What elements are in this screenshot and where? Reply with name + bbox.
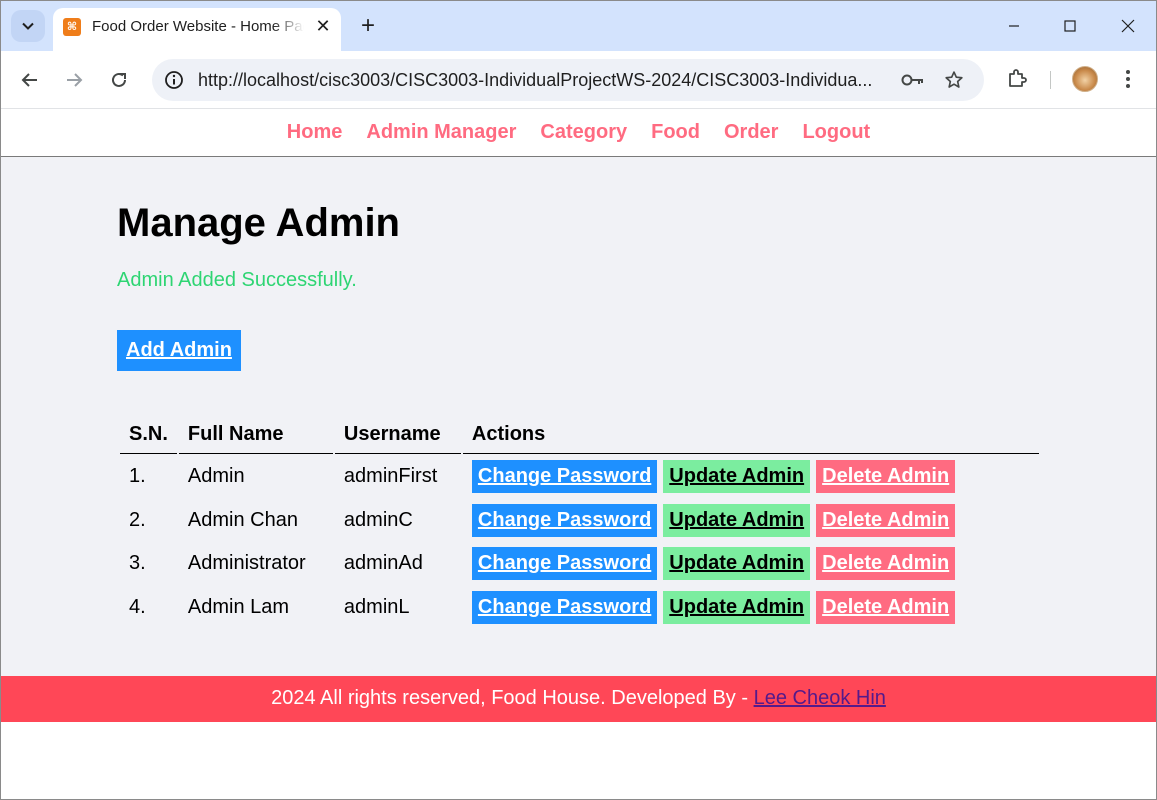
- reload-icon[interactable]: [104, 65, 134, 95]
- cell-username: adminFirst: [343, 465, 438, 488]
- update-admin-button[interactable]: Update Admin: [663, 460, 811, 494]
- cell-username: adminL: [343, 595, 410, 618]
- site-footer: 2024 All rights reserved, Food House. De…: [1, 676, 1156, 722]
- close-window-icon[interactable]: [1105, 9, 1151, 43]
- footer-text: 2024 All rights reserved, Food House. De…: [271, 687, 754, 709]
- change-password-button[interactable]: Change Password: [471, 460, 658, 494]
- update-admin-button[interactable]: Update Admin: [663, 503, 811, 537]
- cell-username: adminC: [343, 508, 413, 531]
- change-password-button[interactable]: Change Password: [471, 503, 658, 537]
- footer-author-link[interactable]: Lee Cheok Hin: [754, 687, 886, 709]
- xampp-favicon-icon: ⌘: [63, 18, 81, 36]
- nav-food-link[interactable]: Food: [651, 121, 700, 143]
- cell-actions: Change Password Update Admin Delete Admi…: [463, 587, 1039, 629]
- cell-full-name: Administrator: [187, 552, 306, 575]
- bookmark-star-icon[interactable]: [941, 68, 967, 92]
- cell-sn: 1.: [129, 465, 146, 488]
- cell-actions: Change Password Update Admin Delete Admi…: [463, 456, 1039, 498]
- maximize-icon[interactable]: [1047, 9, 1093, 43]
- table-row: 2. Admin Chan adminC Change Password Upd…: [120, 500, 1039, 542]
- header-username: Username: [334, 415, 461, 454]
- cell-sn: 3.: [129, 552, 146, 575]
- password-key-icon[interactable]: [900, 68, 926, 92]
- update-admin-button[interactable]: Update Admin: [663, 547, 811, 581]
- tab-search-icon[interactable]: [11, 10, 45, 42]
- browser-toolbar: http://localhost/cisc3003/CISC3003-Indiv…: [1, 51, 1156, 109]
- page-viewport: Home Admin Manager Category Food Order L…: [1, 110, 1156, 799]
- nav-list: Home Admin Manager Category Food Order L…: [287, 121, 870, 144]
- cell-actions: Change Password Update Admin Delete Admi…: [463, 500, 1039, 542]
- table-row: 3. Administrator adminAd Change Password…: [120, 543, 1039, 585]
- nav-home-link[interactable]: Home: [287, 121, 343, 143]
- table-row: 4. Admin Lam adminL Change Password Upda…: [120, 587, 1039, 629]
- site-info-icon[interactable]: [162, 68, 186, 92]
- cell-full-name: Admin Chan: [187, 508, 298, 531]
- cell-username: adminAd: [343, 552, 423, 575]
- update-admin-button[interactable]: Update Admin: [663, 590, 811, 624]
- cell-sn: 2.: [129, 508, 146, 531]
- cell-actions: Change Password Update Admin Delete Admi…: [463, 543, 1039, 585]
- forward-arrow-icon[interactable]: [59, 65, 89, 95]
- delete-admin-button[interactable]: Delete Admin: [816, 547, 956, 581]
- url-text[interactable]: http://localhost/cisc3003/CISC3003-Indiv…: [198, 70, 898, 91]
- success-message: Admin Added Successfully.: [117, 269, 357, 291]
- cell-full-name: Admin Lam: [187, 595, 290, 618]
- table-row: 1. Admin adminFirst Change Password Upda…: [120, 456, 1039, 498]
- title-bar: ⌘ Food Order Website - Home Page ✕ +: [1, 1, 1156, 51]
- profile-avatar-icon[interactable]: [1072, 66, 1098, 92]
- tab-title: Food Order Website - Home Page: [92, 18, 304, 35]
- address-bar[interactable]: http://localhost/cisc3003/CISC3003-Indiv…: [152, 59, 984, 101]
- header-full-name: Full Name: [178, 415, 333, 454]
- nav-admin-manager-link[interactable]: Admin Manager: [366, 121, 516, 143]
- header-sn: S.N.: [120, 415, 177, 454]
- tab-close-icon[interactable]: ✕: [312, 15, 334, 37]
- nav-logout-link[interactable]: Logout: [802, 121, 870, 143]
- back-arrow-icon[interactable]: [15, 65, 45, 95]
- add-admin-button[interactable]: Add Admin: [117, 330, 241, 371]
- cell-full-name: Admin: [187, 465, 245, 488]
- change-password-button[interactable]: Change Password: [471, 590, 658, 624]
- table-header-row: S.N. Full Name Username Actions: [120, 415, 1039, 454]
- browser-window: ⌘ Food Order Website - Home Page ✕ + htt…: [0, 0, 1157, 800]
- cell-sn: 4.: [129, 595, 146, 618]
- header-actions: Actions: [462, 415, 1039, 454]
- admin-table: S.N. Full Name Username Actions 1. Admin…: [118, 413, 1041, 630]
- minimize-icon[interactable]: [991, 9, 1037, 43]
- delete-admin-button[interactable]: Delete Admin: [816, 460, 956, 494]
- new-tab-icon[interactable]: +: [355, 12, 381, 40]
- extensions-icon[interactable]: [1003, 65, 1031, 93]
- nav-category-link[interactable]: Category: [540, 121, 627, 143]
- change-password-button[interactable]: Change Password: [471, 547, 658, 581]
- main-content: Manage Admin Admin Added Successfully. A…: [1, 157, 1156, 676]
- nav-order-link[interactable]: Order: [724, 121, 778, 143]
- delete-admin-button[interactable]: Delete Admin: [816, 590, 956, 624]
- delete-admin-button[interactable]: Delete Admin: [816, 503, 956, 537]
- site-nav: Home Admin Manager Category Food Order L…: [1, 110, 1156, 157]
- browser-tab[interactable]: ⌘ Food Order Website - Home Page ✕: [53, 8, 341, 51]
- toolbar-separator: [1050, 71, 1051, 89]
- page-title: Manage Admin: [117, 201, 400, 245]
- kebab-menu-icon[interactable]: [1118, 65, 1138, 93]
